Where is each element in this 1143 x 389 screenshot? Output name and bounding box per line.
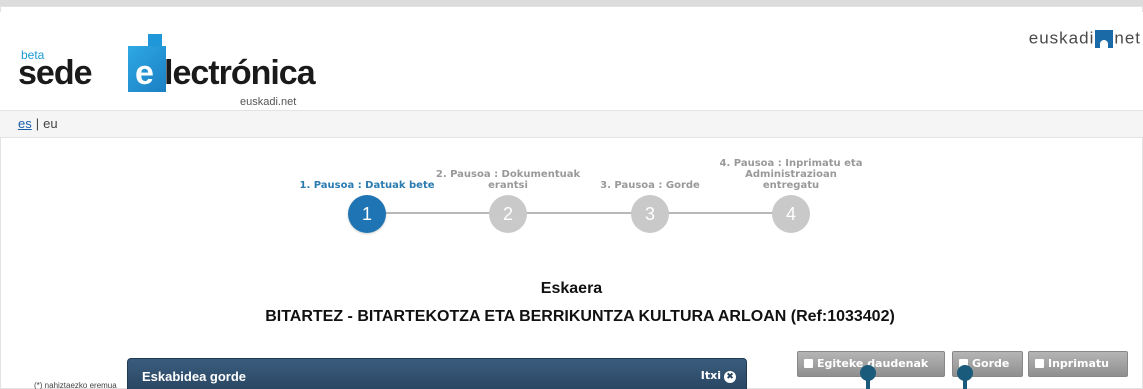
dialog-title: Eskabidea gorde: [142, 369, 247, 384]
annotation-pin-stem: [866, 376, 870, 389]
logo-domain: euskadi.net: [240, 96, 297, 108]
upload-icon: [804, 359, 813, 368]
brand-right-text: net: [1114, 28, 1141, 48]
step-number-badge: 3: [631, 195, 669, 233]
wizard-steps: 1. Pausoa : Datuak bete 1 2. Pausoa : Do…: [0, 151, 1143, 241]
language-bar: es | eu: [0, 110, 1143, 138]
close-icon: ✖: [724, 371, 736, 383]
step-number-badge: 2: [489, 195, 527, 233]
step-label: 1. Pausoa : Datuak bete: [299, 180, 435, 191]
sede-electronica-logo[interactable]: beta sede e lectrónica euskadi.net: [18, 26, 318, 108]
brand-mark-icon: [1095, 29, 1114, 48]
print-button[interactable]: Inprimatu: [1028, 351, 1128, 377]
print-label: Inprimatu: [1048, 357, 1109, 370]
step-1[interactable]: 1. Pausoa : Datuak bete 1: [292, 151, 442, 241]
lang-eu-current: eu: [43, 116, 58, 131]
required-field-note: (*) nahiztaezko eremua: [34, 381, 117, 389]
logo-e: e: [135, 54, 154, 92]
brand-left-text: euskadi: [1028, 28, 1095, 48]
lang-es-link[interactable]: es: [18, 116, 32, 131]
step-2[interactable]: 2. Pausoa : Dokumentuak erantsi 2: [433, 151, 583, 241]
dialog-close-label: Itxi: [700, 369, 721, 382]
step-3[interactable]: 3. Pausoa : Gorde 3: [575, 151, 725, 241]
logo-electronica: lectrónica: [164, 54, 316, 92]
save-dialog-header: Eskabidea gorde Itxi ✖: [127, 358, 747, 389]
step-label: 2. Pausoa : Dokumentuak erantsi: [435, 169, 581, 191]
site-header: beta sede e lectrónica euskadi.net euska…: [0, 12, 1143, 110]
print-icon: [1035, 359, 1044, 368]
page-title: Eskaera: [540, 280, 603, 297]
step-label: 4. Pausoa : Inprimatu eta Administrazioa…: [719, 158, 863, 191]
dialog-close-button[interactable]: Itxi ✖: [701, 369, 736, 383]
lang-separator: |: [35, 116, 40, 131]
step-label: 3. Pausoa : Gorde: [600, 180, 700, 191]
euskadi-net-logo[interactable]: euskadi net: [1029, 28, 1141, 52]
step-number-badge: 1: [348, 195, 386, 233]
step-number-badge: 4: [772, 195, 810, 233]
step-4[interactable]: 4. Pausoa : Inprimatu eta Administrazioa…: [716, 151, 866, 241]
page-subtitle: BITARTEZ - BITARTEKOTZA ETA BERRIKUNTZA …: [265, 308, 895, 325]
page-frame: beta sede e lectrónica euskadi.net euska…: [0, 0, 1143, 389]
save-label: Gorde: [972, 357, 1010, 370]
annotation-pin-stem: [963, 376, 967, 389]
logo-sede: sede: [18, 54, 92, 92]
